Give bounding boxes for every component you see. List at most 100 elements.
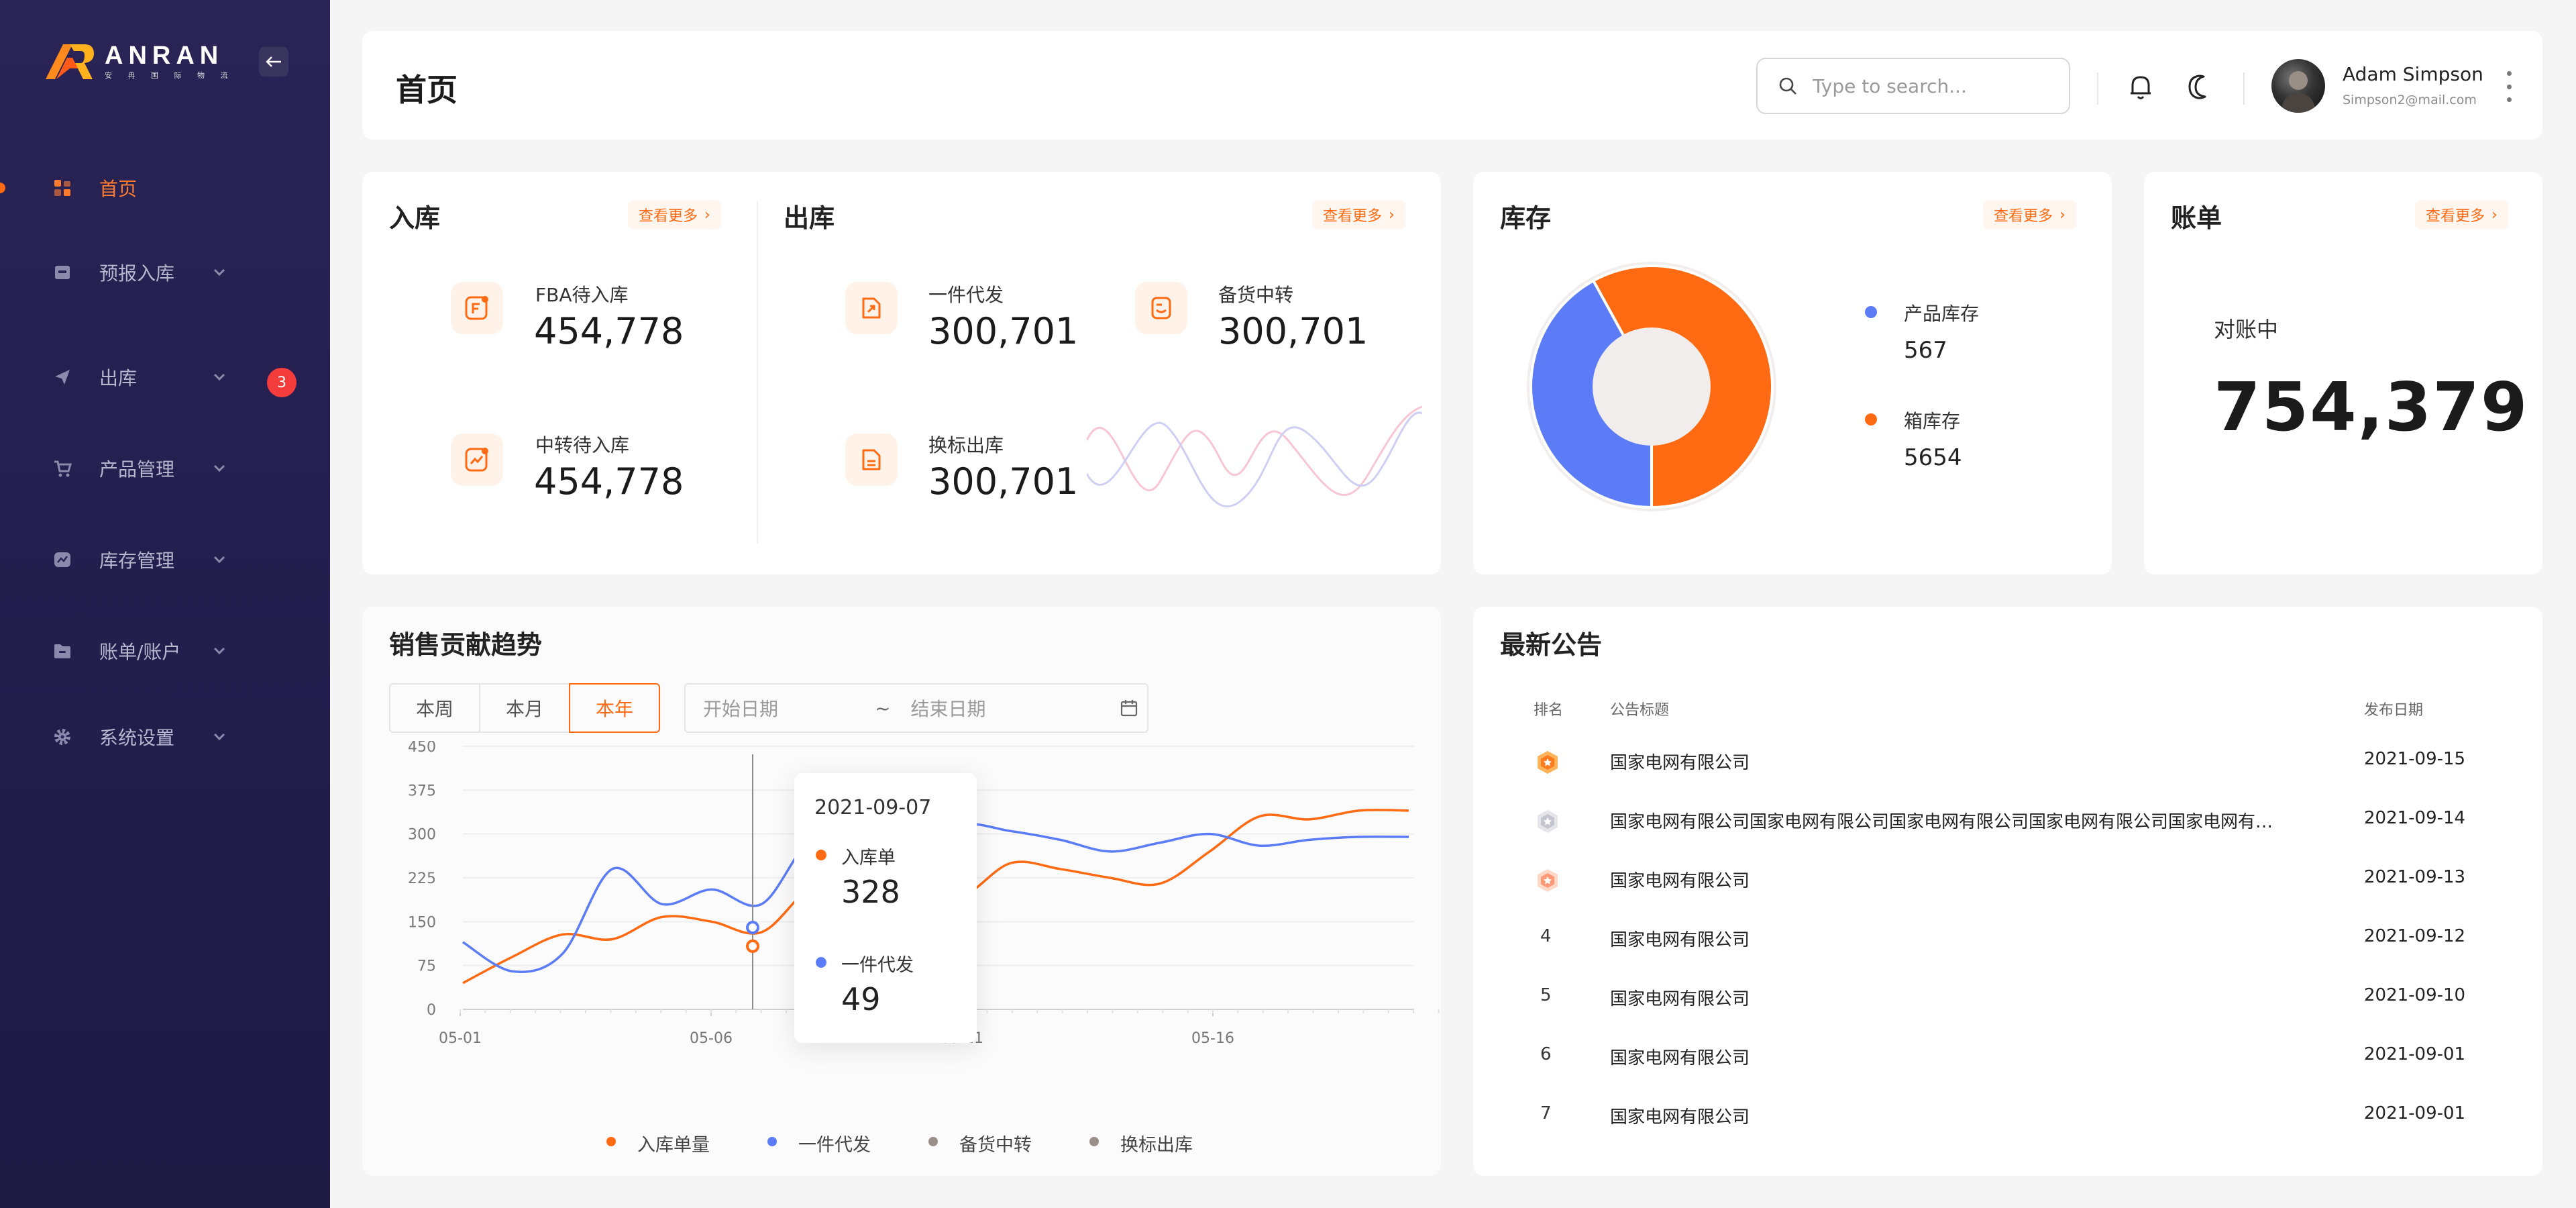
user-name[interactable]: Adam Simpson <box>2343 63 2483 85</box>
sidebar-item-label: 预报入库 <box>99 262 175 285</box>
legend-label[interactable]: 一件代发 <box>798 1130 871 1156</box>
announcement-date: 2021-09-15 <box>2364 749 2466 769</box>
sidebar-item-forecast-inbound[interactable]: 预报入库 <box>0 252 330 293</box>
dashboard-icon <box>52 178 72 198</box>
legend-dot <box>816 850 826 860</box>
legend-label: 产品库存 <box>1904 303 1980 325</box>
search-input[interactable] <box>1813 74 2054 97</box>
legend-dot <box>606 1137 616 1146</box>
announcement-title[interactable]: 国家电网有限公司 <box>1610 1044 2321 1069</box>
announcement-title[interactable]: 国家电网有限公司 <box>1610 749 2321 774</box>
list-item[interactable]: 5 国家电网有限公司 2021-09-10 <box>1473 984 2542 1024</box>
legend-dot <box>767 1137 777 1146</box>
tooltip-label: 入库单 <box>841 848 896 868</box>
announcement-title[interactable]: 国家电网有限公司 <box>1610 867 2321 892</box>
sidebar-item-label: 产品管理 <box>99 458 175 481</box>
list-item[interactable]: 国家电网有限公司国家电网有限公司国家电网有限公司国家电网有限公司国家电网有… 20… <box>1473 807 2542 847</box>
stock-transfer-icon <box>1135 282 1187 334</box>
announcement-date: 2021-09-12 <box>2364 926 2466 946</box>
more-label: 查看更多 <box>639 208 698 225</box>
chevron-down-icon <box>213 647 225 655</box>
brand-subtitle: 安 冉 国 际 物 流 <box>105 71 235 80</box>
announcement-date: 2021-09-14 <box>2364 808 2466 828</box>
billing-amount: 754,379 <box>2214 368 2529 446</box>
y-tick-label: 150 <box>408 914 436 931</box>
billing-more-button[interactable]: 查看更多 › <box>2415 200 2508 230</box>
list-item[interactable]: 7 国家电网有限公司 2021-09-01 <box>1473 1102 2542 1142</box>
arrow-left-icon <box>266 56 281 67</box>
list-item[interactable]: 4 国家电网有限公司 2021-09-12 <box>1473 925 2542 965</box>
chevron-right-icon: › <box>2491 206 2498 223</box>
list-item[interactable]: 国家电网有限公司 2021-09-15 <box>1473 748 2542 788</box>
y-tick-label: 225 <box>408 870 436 887</box>
search-box[interactable] <box>1756 58 2070 114</box>
divider <box>2243 72 2245 105</box>
end-date-input[interactable]: 结束日期 <box>910 695 1112 721</box>
legend-dot <box>1089 1137 1099 1146</box>
legend-label[interactable]: 备货中转 <box>959 1130 1032 1156</box>
list-item[interactable]: 6 国家电网有限公司 2021-09-01 <box>1473 1043 2542 1083</box>
user-email: Simpson2@mail.com <box>2343 93 2477 107</box>
more-label: 查看更多 <box>1323 208 1383 225</box>
announcements-title: 最新公告 <box>1500 630 1603 660</box>
legend-label[interactable]: 入库单量 <box>637 1130 710 1156</box>
collapse-sidebar-button[interactable] <box>259 47 288 77</box>
x-tick-label: 05-06 <box>690 1030 733 1047</box>
sidebar-item-billing[interactable]: 账单/账户 <box>0 631 330 671</box>
list-item[interactable]: 国家电网有限公司 2021-09-13 <box>1473 866 2542 906</box>
column-header-title: 公告标题 <box>1610 702 1670 719</box>
announcement-title[interactable]: 国家电网有限公司 <box>1610 1103 2321 1128</box>
chevron-down-icon <box>213 268 225 276</box>
sidebar-item-label: 首页 <box>99 178 138 200</box>
sidebar-item-home[interactable]: 首页 <box>0 168 330 208</box>
sidebar-item-settings[interactable]: 系统设置 <box>0 717 330 757</box>
logo-mark-icon <box>43 42 95 82</box>
sidebar-item-label: 库存管理 <box>99 550 175 572</box>
stat-label: 一件代发 <box>928 284 1004 306</box>
medal-icon <box>1536 809 1559 834</box>
legend-label: 箱库存 <box>1904 410 1961 432</box>
announcement-date: 2021-09-01 <box>2364 1044 2466 1064</box>
sales-title: 销售贡献趋势 <box>389 630 543 660</box>
sidebar-item-outbound[interactable]: 出库 3 <box>0 357 330 397</box>
legend-label[interactable]: 换标出库 <box>1120 1130 1193 1156</box>
sidebar-item-inventory[interactable]: 库存管理 <box>0 540 330 580</box>
announcement-title[interactable]: 国家电网有限公司国家电网有限公司国家电网有限公司国家电网有限公司国家电网有… <box>1610 808 2321 833</box>
avatar[interactable] <box>2271 59 2325 113</box>
sidebar-item-products[interactable]: 产品管理 <box>0 448 330 489</box>
stat-label: FBA待入库 <box>535 284 629 306</box>
tab-month[interactable]: 本月 <box>479 683 570 733</box>
date-range-picker[interactable]: 开始日期 ~ 结束日期 <box>684 683 1148 733</box>
chevron-down-icon <box>213 373 225 381</box>
tab-week[interactable]: 本周 <box>389 683 480 733</box>
announcement-title[interactable]: 国家电网有限公司 <box>1610 985 2321 1010</box>
announcement-title[interactable]: 国家电网有限公司 <box>1610 926 2321 951</box>
more-options-icon[interactable] <box>2502 71 2516 102</box>
medal-icon <box>1536 868 1559 893</box>
chevron-right-icon: › <box>704 206 710 223</box>
inbound-more-button[interactable]: 查看更多 › <box>628 200 721 230</box>
start-date-input[interactable]: 开始日期 <box>703 695 864 721</box>
notifications-button[interactable] <box>2124 70 2157 103</box>
tooltip-label: 一件代发 <box>841 955 914 976</box>
y-tick-label: 375 <box>408 783 436 799</box>
billing-title: 账单 <box>2171 203 2222 233</box>
legend-dot <box>1865 413 1877 425</box>
inventory-more-button[interactable]: 查看更多 › <box>1983 200 2076 230</box>
calendar-icon <box>1121 700 1138 717</box>
inventory-donut-chart <box>1527 262 1776 511</box>
legend-dot <box>1865 306 1877 318</box>
send-icon <box>52 367 72 387</box>
fba-inbound-icon <box>451 282 503 334</box>
inbox-icon <box>52 262 72 283</box>
y-tick-label: 450 <box>408 741 436 756</box>
inventory-title: 库存 <box>1500 203 1552 233</box>
brand-logo[interactable]: ANRAN 安 冉 国 际 物 流 <box>43 42 234 82</box>
sidebar-item-label: 账单/账户 <box>99 641 181 663</box>
page-title: 首页 <box>396 72 458 108</box>
legend-dot <box>816 957 826 968</box>
dark-mode-toggle[interactable] <box>2183 70 2216 103</box>
tab-year[interactable]: 本年 <box>569 683 660 733</box>
outbound-more-button[interactable]: 查看更多 › <box>1312 200 1405 230</box>
announcements-card: 最新公告 排名 公告标题 发布日期 国家电网有限公司 2021-09-15 国家电网… <box>1473 607 2542 1176</box>
